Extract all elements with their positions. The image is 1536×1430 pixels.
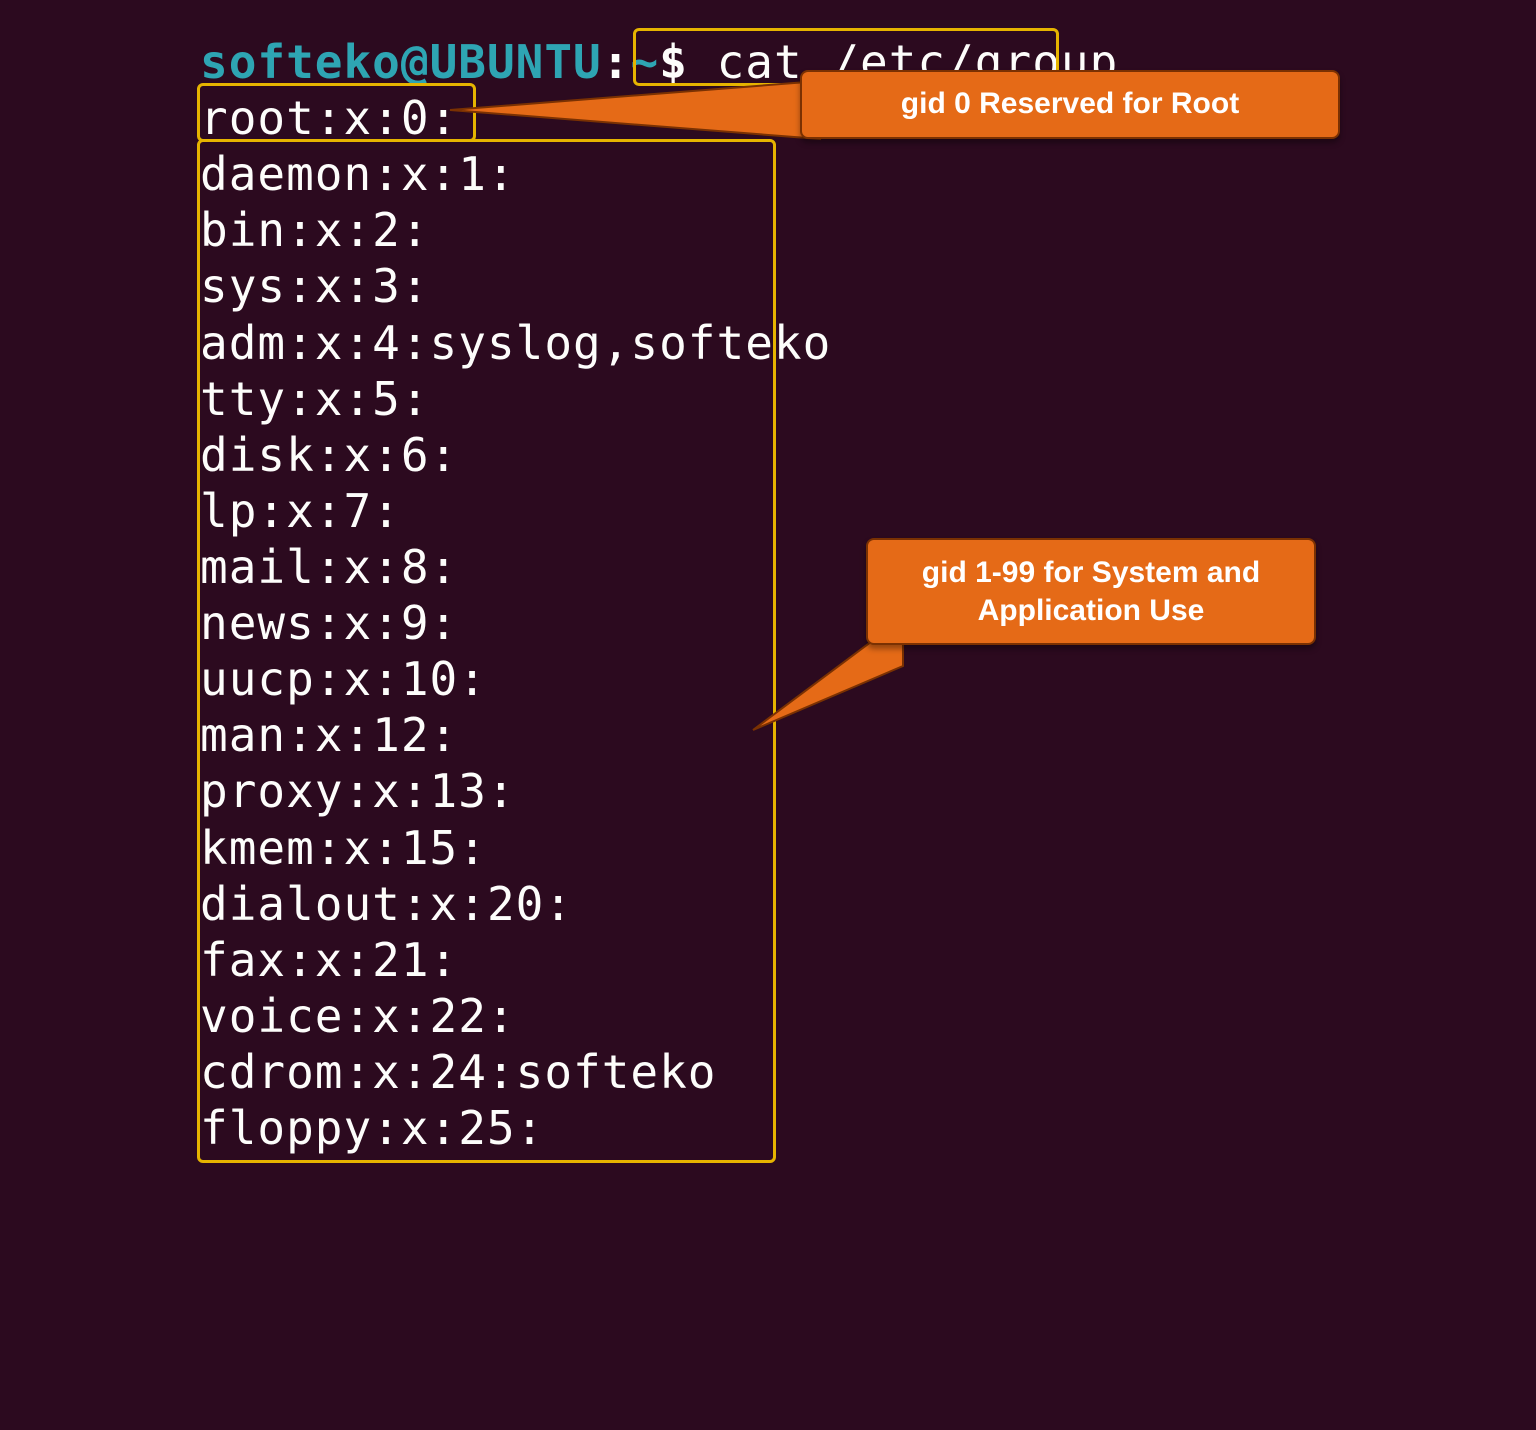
output-line: uucp:x:10:	[200, 651, 1336, 707]
callout-system: gid 1-99 for System and Application Use	[866, 538, 1316, 645]
output-line: tty:x:5:	[200, 371, 1336, 427]
output-line: lp:x:7:	[200, 483, 1336, 539]
output-line: sys:x:3:	[200, 258, 1336, 314]
output-line: adm:x:4:syslog,softeko	[200, 315, 1336, 371]
output-line: daemon:x:1:	[200, 146, 1336, 202]
prompt-user: softeko	[200, 35, 401, 89]
output-line: man:x:12:	[200, 707, 1336, 763]
prompt-host: UBUNTU	[430, 35, 602, 89]
callout-root-text: gid 0 Reserved for Root	[901, 87, 1239, 120]
prompt-at: @	[401, 35, 430, 89]
output-line: floppy:x:25:	[200, 1100, 1336, 1156]
output-line: proxy:x:13:	[200, 763, 1336, 819]
output-line: bin:x:2:	[200, 202, 1336, 258]
output-line: dialout:x:20:	[200, 876, 1336, 932]
prompt-path: ~	[630, 35, 659, 89]
output-line: cdrom:x:24:softeko	[200, 1044, 1336, 1100]
output-line: disk:x:6:	[200, 427, 1336, 483]
output-line: kmem:x:15:	[200, 820, 1336, 876]
output-line: voice:x:22:	[200, 988, 1336, 1044]
terminal-screenshot: softeko@UBUNTU:~$ cat /etc/group root:x:…	[198, 30, 1338, 1190]
prompt-symbol: $	[659, 35, 688, 89]
output-line: fax:x:21:	[200, 932, 1336, 988]
callout-root: gid 0 Reserved for Root	[800, 70, 1340, 139]
callout-system-text: gid 1-99 for System and Application Use	[922, 556, 1260, 627]
prompt-colon: :	[602, 35, 631, 89]
